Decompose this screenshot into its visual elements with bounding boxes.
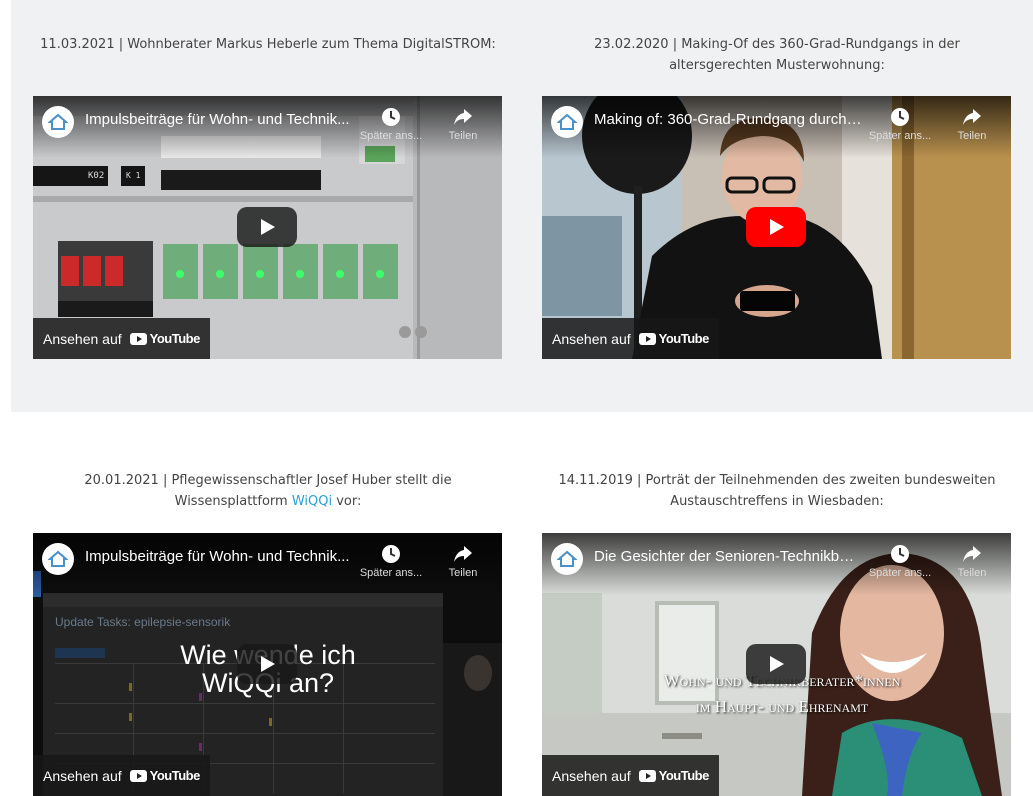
channel-logo-icon[interactable] xyxy=(42,106,74,138)
screen-heading: Update Tasks: epilepsie-sensorik xyxy=(55,615,231,629)
channel-logo-icon[interactable] xyxy=(42,543,74,575)
youtube-wordmark: YouTube xyxy=(149,768,201,783)
panel-label-k1: K 1 xyxy=(126,171,141,180)
overlay-line-2: im Haupt- und Ehrenamt xyxy=(695,697,869,716)
watch-on-youtube-button[interactable]: Ansehen auf YouTube xyxy=(542,318,719,359)
share-button[interactable]: Teilen xyxy=(431,106,495,142)
play-button[interactable] xyxy=(746,207,806,247)
video-embed-4[interactable]: Die Gesichter der Senioren-Technikber...… xyxy=(542,533,1011,796)
youtube-logo-icon: YouTube xyxy=(129,768,201,783)
play-button[interactable] xyxy=(237,644,297,684)
video-title[interactable]: Making of: 360-Grad-Rundgang durch ... xyxy=(594,111,862,128)
play-button[interactable] xyxy=(746,644,806,684)
share-label: Teilen xyxy=(957,130,987,142)
share-label: Teilen xyxy=(448,130,478,142)
wiqqi-link[interactable]: WiQQi xyxy=(292,494,332,509)
video-embed-3[interactable]: Update Tasks: epilepsie-sensorik Impulsb… xyxy=(33,533,502,796)
play-button[interactable] xyxy=(237,207,297,247)
channel-logo-icon[interactable] xyxy=(551,543,583,575)
share-label: Teilen xyxy=(448,567,478,579)
share-arrow-icon xyxy=(454,546,472,562)
clock-icon xyxy=(891,545,909,563)
video-embed-2[interactable]: Making of: 360-Grad-Rundgang durch ... S… xyxy=(542,96,1011,359)
watch-later-button[interactable]: Später ans... xyxy=(359,543,423,579)
watch-on-youtube-button[interactable]: Ansehen auf YouTube xyxy=(542,755,719,796)
video-title[interactable]: Impulsbeiträge für Wohn- und Technik... xyxy=(85,548,353,565)
watch-later-label: Später ans... xyxy=(359,130,423,142)
watch-on-label: Ansehen auf xyxy=(552,767,631,784)
share-button[interactable]: Teilen xyxy=(431,543,495,579)
watch-on-label: Ansehen auf xyxy=(43,767,122,784)
video-embed-1[interactable]: K02 K 1 Impulsbeiträge für Wohn- und Tec… xyxy=(33,96,502,359)
share-button[interactable]: Teilen xyxy=(940,106,1004,142)
panel-label-k02: K02 xyxy=(88,171,105,181)
share-arrow-icon xyxy=(963,109,981,125)
youtube-wordmark: YouTube xyxy=(658,331,710,346)
channel-logo-icon[interactable] xyxy=(551,106,583,138)
youtube-wordmark: YouTube xyxy=(149,331,201,346)
video-caption-2: 23.02.2020 | Making-Of des 360-Grad-Rund… xyxy=(594,37,960,73)
watch-later-label: Später ans... xyxy=(359,567,423,579)
watch-later-label: Später ans... xyxy=(868,567,932,579)
caption-text: 20.01.2021 | Pflegewissenschaftler Josef… xyxy=(84,473,452,509)
youtube-wordmark: YouTube xyxy=(658,768,710,783)
watch-on-label: Ansehen auf xyxy=(552,330,631,347)
watch-later-button[interactable]: Später ans... xyxy=(359,106,423,142)
clock-icon xyxy=(382,545,400,563)
watch-on-youtube-button[interactable]: Ansehen auf YouTube xyxy=(33,318,210,359)
clock-icon xyxy=(891,108,909,126)
youtube-logo-icon: YouTube xyxy=(129,331,201,346)
video-title[interactable]: Die Gesichter der Senioren-Technikber... xyxy=(594,548,862,565)
video-caption-1: 11.03.2021 | Wohnberater Markus Heberle … xyxy=(40,37,496,52)
share-button[interactable]: Teilen xyxy=(940,543,1004,579)
video-caption-4: 14.11.2019 | Porträt der Teilnehmenden d… xyxy=(558,473,996,509)
watch-later-button[interactable]: Später ans... xyxy=(868,106,932,142)
watch-on-youtube-button[interactable]: Ansehen auf YouTube xyxy=(33,755,210,796)
share-arrow-icon xyxy=(454,109,472,125)
youtube-logo-icon: YouTube xyxy=(638,768,710,783)
share-arrow-icon xyxy=(963,546,981,562)
caption-text-end: vor: xyxy=(332,494,362,509)
clock-icon xyxy=(382,108,400,126)
video-caption-3: 20.01.2021 | Pflegewissenschaftler Josef… xyxy=(33,470,503,512)
youtube-logo-icon: YouTube xyxy=(638,331,710,346)
watch-later-button[interactable]: Später ans... xyxy=(868,543,932,579)
watch-on-label: Ansehen auf xyxy=(43,330,122,347)
watch-later-label: Später ans... xyxy=(868,130,932,142)
video-title[interactable]: Impulsbeiträge für Wohn- und Technik... xyxy=(85,111,353,128)
share-label: Teilen xyxy=(957,567,987,579)
